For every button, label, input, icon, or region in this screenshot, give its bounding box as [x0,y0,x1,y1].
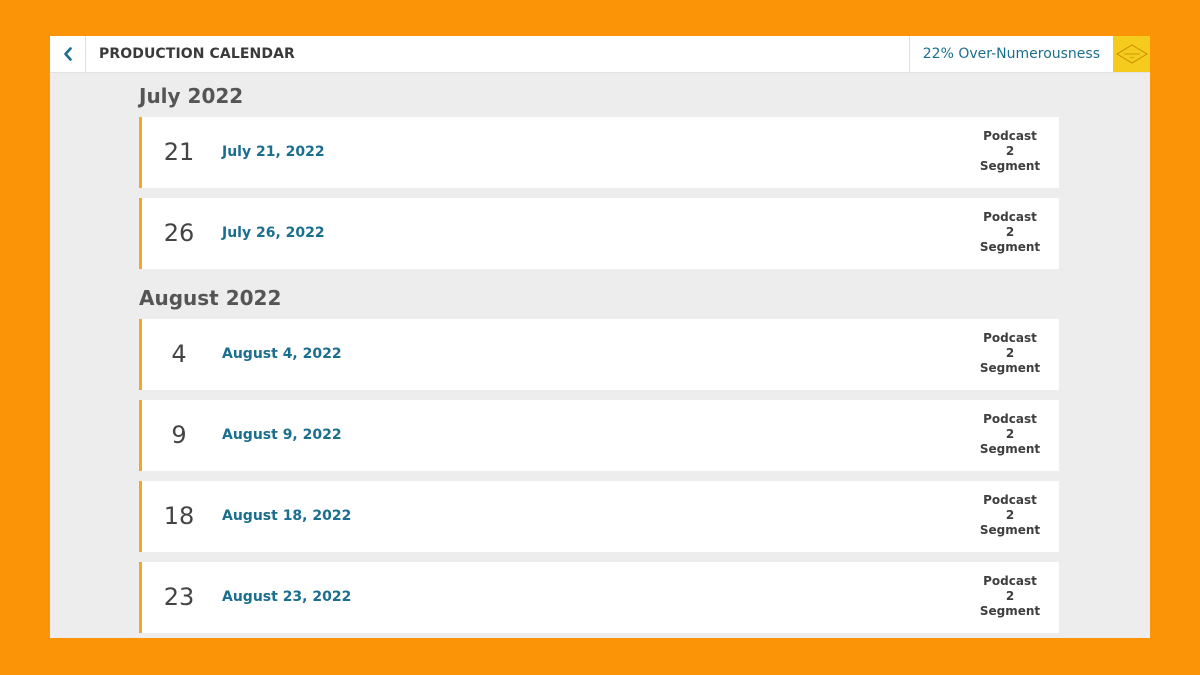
over-numerousness-stat[interactable]: 22% Over-Numerousness [910,46,1113,62]
entry-date-link[interactable]: August 18, 2022 [222,481,351,552]
list-item[interactable]: 26 July 26, 2022 Podcast 2 Segment [139,198,1059,269]
list-item[interactable]: 23 August 23, 2022 Podcast 2 Segment [139,562,1059,633]
entry-type: Podcast 2 Segment [979,493,1041,537]
month-heading-august-2022: August 2022 [139,286,282,310]
list-item[interactable]: 21 July 21, 2022 Podcast 2 Segment [139,117,1059,188]
entry-type: Podcast 2 Segment [979,574,1041,618]
entry-day: 23 [163,583,195,611]
entry-day: 4 [171,340,187,368]
entry-date-link[interactable]: August 9, 2022 [222,400,342,471]
entry-date-link[interactable]: August 4, 2022 [222,319,342,390]
entry-type: Podcast 2 Segment [979,210,1041,254]
entry-type: Podcast 2 Segment [979,331,1041,375]
list-item[interactable]: 4 August 4, 2022 Podcast 2 Segment [139,319,1059,390]
month-list-july-2022: 21 July 21, 2022 Podcast 2 Segment 26 Ju… [139,117,1059,279]
month-list-august-2022: 4 August 4, 2022 Podcast 2 Segment 9 Aug… [139,319,1059,638]
entry-day: 18 [163,502,195,530]
list-item[interactable]: 18 August 18, 2022 Podcast 2 Segment [139,481,1059,552]
chevron-left-icon [63,47,72,61]
page-title: PRODUCTION CALENDAR [99,46,295,62]
back-button[interactable] [50,36,86,72]
top-bar: PRODUCTION CALENDAR 22% Over-Numerousnes… [50,36,1150,73]
list-item[interactable]: 9 August 9, 2022 Podcast 2 Segment [139,400,1059,471]
diamond-badge-icon[interactable] [1113,36,1150,72]
entry-day: 26 [163,219,195,247]
entry-date-link[interactable]: July 21, 2022 [222,117,325,188]
entry-type: Podcast 2 Segment [979,129,1041,173]
month-heading-july-2022: July 2022 [139,84,244,108]
entry-date-link[interactable]: July 26, 2022 [222,198,325,269]
entry-day: 21 [163,138,195,166]
entry-date-link[interactable]: August 23, 2022 [222,562,351,633]
entry-day: 9 [171,421,187,449]
entry-type: Podcast 2 Segment [979,412,1041,456]
app-window: PRODUCTION CALENDAR 22% Over-Numerousnes… [50,36,1150,638]
stat-area[interactable]: 22% Over-Numerousness [908,36,1150,72]
